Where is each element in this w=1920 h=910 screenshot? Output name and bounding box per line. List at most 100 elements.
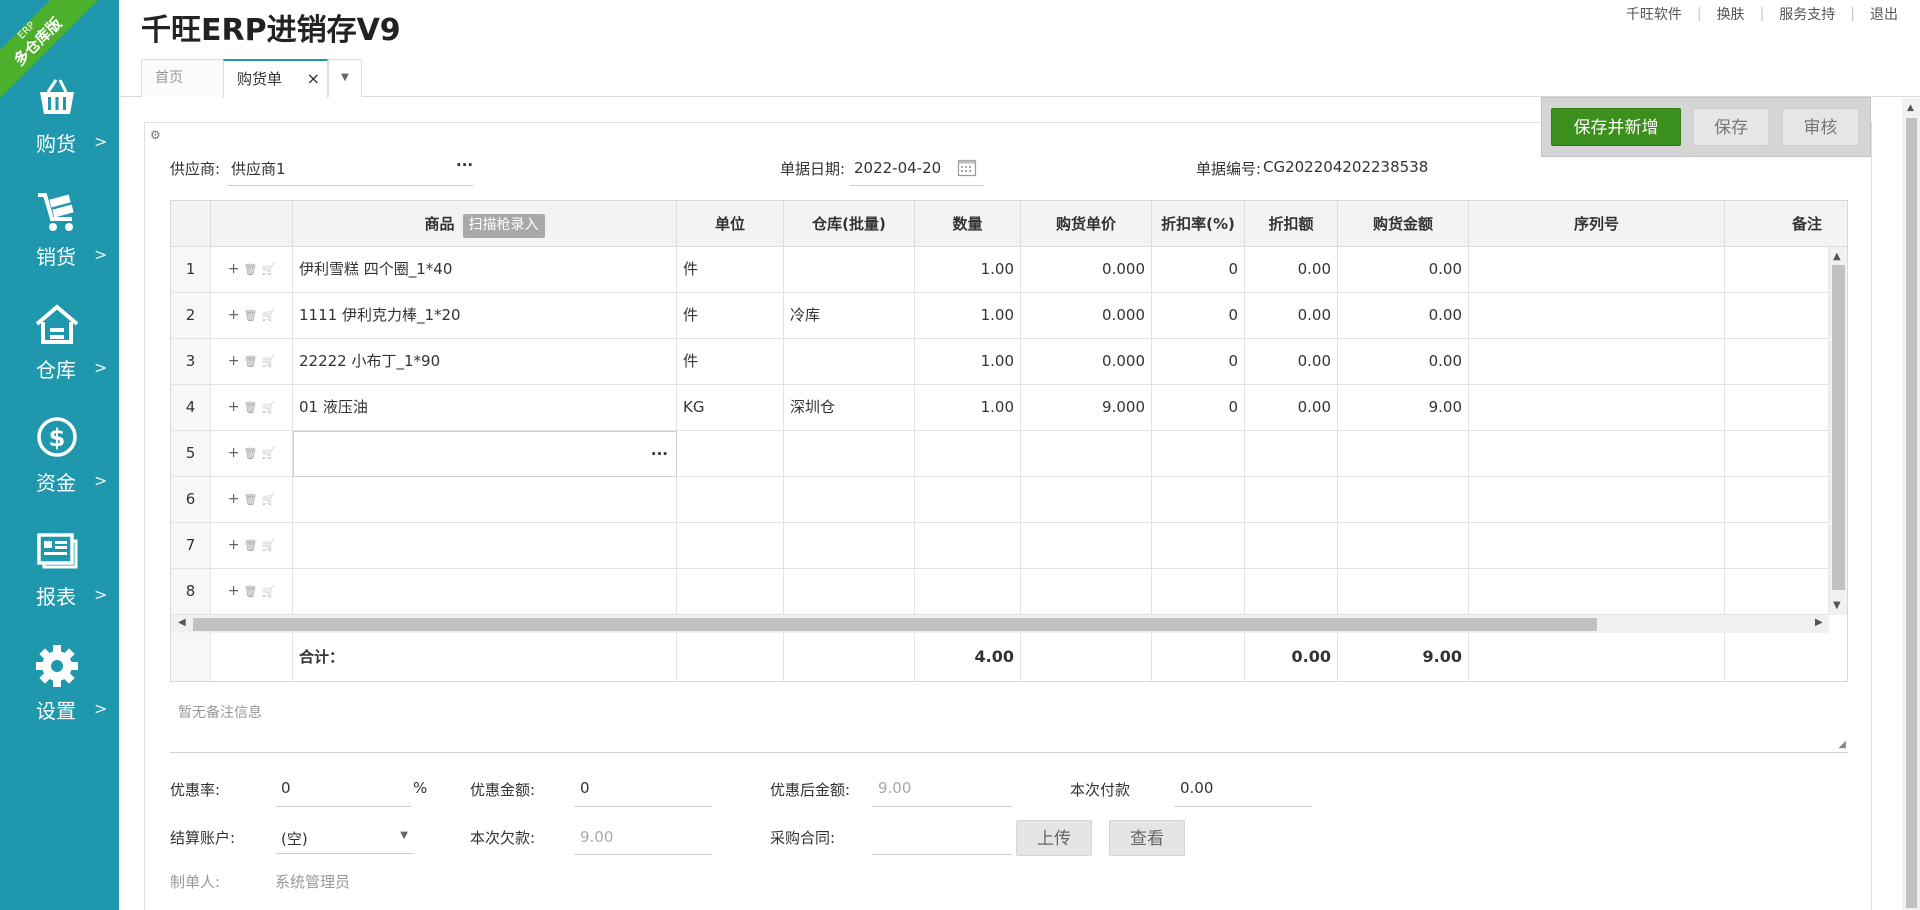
delete-row-icon[interactable]: 🗑	[244, 385, 258, 430]
account-select[interactable]: (空) ▼	[276, 822, 414, 854]
note-cell[interactable]	[1725, 293, 1829, 339]
link-logout[interactable]: 退出	[1870, 4, 1898, 24]
price-cell[interactable]: 9.000	[1021, 385, 1152, 431]
header-warehouse-batch[interactable]: 仓库(批量)	[784, 201, 915, 247]
delete-row-icon[interactable]: 🗑	[244, 569, 258, 614]
price-cell[interactable]	[1021, 477, 1152, 523]
scroll-thumb[interactable]	[1906, 118, 1917, 908]
serial-cell[interactable]	[1469, 523, 1725, 569]
discount-rate-cell[interactable]	[1152, 569, 1245, 615]
serial-cell[interactable]	[1469, 339, 1725, 385]
qty-cell[interactable]: 1.00	[915, 385, 1021, 431]
price-cell[interactable]: 0.000	[1021, 247, 1152, 293]
cart-icon[interactable]: 🛒	[262, 477, 276, 522]
warehouse-cell[interactable]	[784, 247, 915, 293]
add-row-icon[interactable]: +	[228, 523, 240, 568]
warehouse-cell[interactable]	[784, 477, 915, 523]
discount-rate-input[interactable]: 0	[281, 779, 291, 797]
scroll-left-icon[interactable]: ◀	[178, 617, 186, 628]
warehouse-cell[interactable]: 冷库	[784, 293, 915, 339]
warehouse-cell[interactable]	[784, 569, 915, 615]
link-support[interactable]: 服务支持	[1779, 4, 1835, 24]
delete-row-icon[interactable]: 🗑	[244, 523, 258, 568]
cart-icon[interactable]: 🛒	[262, 339, 276, 384]
scroll-thumb[interactable]	[193, 618, 1597, 631]
qty-cell[interactable]: 1.00	[915, 339, 1021, 385]
resize-handle-icon[interactable]: ◢	[1838, 739, 1846, 750]
sidebar-item-settings[interactable]: 设置 >	[0, 643, 119, 743]
tab-purchase-order[interactable]: 购货单 ×	[223, 59, 328, 98]
supplier-more-icon[interactable]: ···	[456, 156, 473, 174]
serial-cell[interactable]	[1469, 385, 1725, 431]
amount-cell[interactable]: 0.00	[1338, 339, 1469, 385]
qty-cell[interactable]	[915, 569, 1021, 615]
amount-cell[interactable]: 9.00	[1338, 385, 1469, 431]
product-cell[interactable]	[293, 569, 677, 615]
serial-cell[interactable]	[1469, 477, 1725, 523]
note-cell[interactable]	[1725, 339, 1829, 385]
save-and-new-button[interactable]: 保存并新增	[1551, 108, 1681, 146]
upload-button[interactable]: 上传	[1016, 820, 1092, 856]
delete-row-icon[interactable]: 🗑	[244, 247, 258, 292]
tab-more-dropdown[interactable]: ▼	[328, 59, 362, 97]
audit-button[interactable]: 审核	[1782, 108, 1859, 146]
delete-row-icon[interactable]: 🗑	[244, 339, 258, 384]
cart-icon[interactable]: 🛒	[262, 385, 276, 430]
qty-cell[interactable]: 1.00	[915, 247, 1021, 293]
product-picker-icon[interactable]: ···	[651, 432, 668, 476]
warehouse-cell[interactable]	[784, 523, 915, 569]
product-cell[interactable]: 01 液压油	[293, 385, 677, 431]
amount-cell[interactable]	[1338, 523, 1469, 569]
discount-rate-cell[interactable]: 0	[1152, 293, 1245, 339]
supplier-input[interactable]: 供应商1	[231, 158, 286, 179]
discount-amount-cell[interactable]: 0.00	[1245, 293, 1338, 339]
unit-cell[interactable]	[677, 523, 784, 569]
amount-cell[interactable]	[1338, 477, 1469, 523]
discount-amount-cell[interactable]	[1245, 569, 1338, 615]
add-row-icon[interactable]: +	[228, 385, 240, 430]
note-cell[interactable]	[1725, 523, 1829, 569]
qty-cell[interactable]	[915, 523, 1021, 569]
add-row-icon[interactable]: +	[228, 339, 240, 384]
discount-amount-input[interactable]: 0	[580, 779, 590, 797]
add-row-icon[interactable]: +	[228, 247, 240, 292]
note-cell[interactable]	[1725, 385, 1829, 431]
sidebar-item-funds[interactable]: $ 资金 >	[0, 415, 119, 515]
delete-row-icon[interactable]: 🗑	[244, 293, 258, 338]
discount-rate-cell[interactable]	[1152, 523, 1245, 569]
qty-cell[interactable]	[915, 431, 1021, 477]
add-row-icon[interactable]: +	[228, 569, 240, 614]
note-cell[interactable]	[1725, 569, 1829, 615]
amount-cell[interactable]	[1338, 569, 1469, 615]
serial-cell[interactable]	[1469, 569, 1725, 615]
discount-rate-cell[interactable]	[1152, 431, 1245, 477]
sidebar-item-purchase[interactable]: 购货 >	[0, 76, 119, 176]
serial-cell[interactable]	[1469, 431, 1725, 477]
price-cell[interactable]: 0.000	[1021, 293, 1152, 339]
discount-amount-cell[interactable]	[1245, 477, 1338, 523]
grid-settings-icon[interactable]: ⚙	[150, 128, 161, 142]
add-row-icon[interactable]: +	[228, 293, 240, 338]
grid-vertical-scrollbar[interactable]: ▲ ▼	[1829, 247, 1847, 615]
scroll-up-icon[interactable]: ▲	[1907, 103, 1914, 113]
pay-now-input[interactable]: 0.00	[1180, 779, 1213, 797]
discount-amount-cell[interactable]: 0.00	[1245, 339, 1338, 385]
warehouse-cell[interactable]	[784, 431, 915, 477]
scroll-down-icon[interactable]: ▼	[1833, 600, 1841, 611]
unit-cell[interactable]	[677, 569, 784, 615]
discount-amount-cell[interactable]: 0.00	[1245, 247, 1338, 293]
cart-icon[interactable]: 🛒	[262, 569, 276, 614]
discount-rate-cell[interactable]: 0	[1152, 385, 1245, 431]
product-cell[interactable]: 1111 伊利克力棒_1*20	[293, 293, 677, 339]
cart-icon[interactable]: 🛒	[262, 523, 276, 568]
warehouse-cell[interactable]	[784, 339, 915, 385]
discount-amount-cell[interactable]	[1245, 523, 1338, 569]
amount-cell[interactable]: 0.00	[1338, 293, 1469, 339]
price-cell[interactable]	[1021, 431, 1152, 477]
qty-cell[interactable]	[915, 477, 1021, 523]
serial-cell[interactable]	[1469, 293, 1725, 339]
remarks-textarea[interactable]: 暂无备注信息 ◢	[170, 692, 1848, 753]
serial-cell[interactable]	[1469, 247, 1725, 293]
sidebar-item-reports[interactable]: 报表 >	[0, 529, 119, 629]
note-cell[interactable]	[1725, 247, 1829, 293]
